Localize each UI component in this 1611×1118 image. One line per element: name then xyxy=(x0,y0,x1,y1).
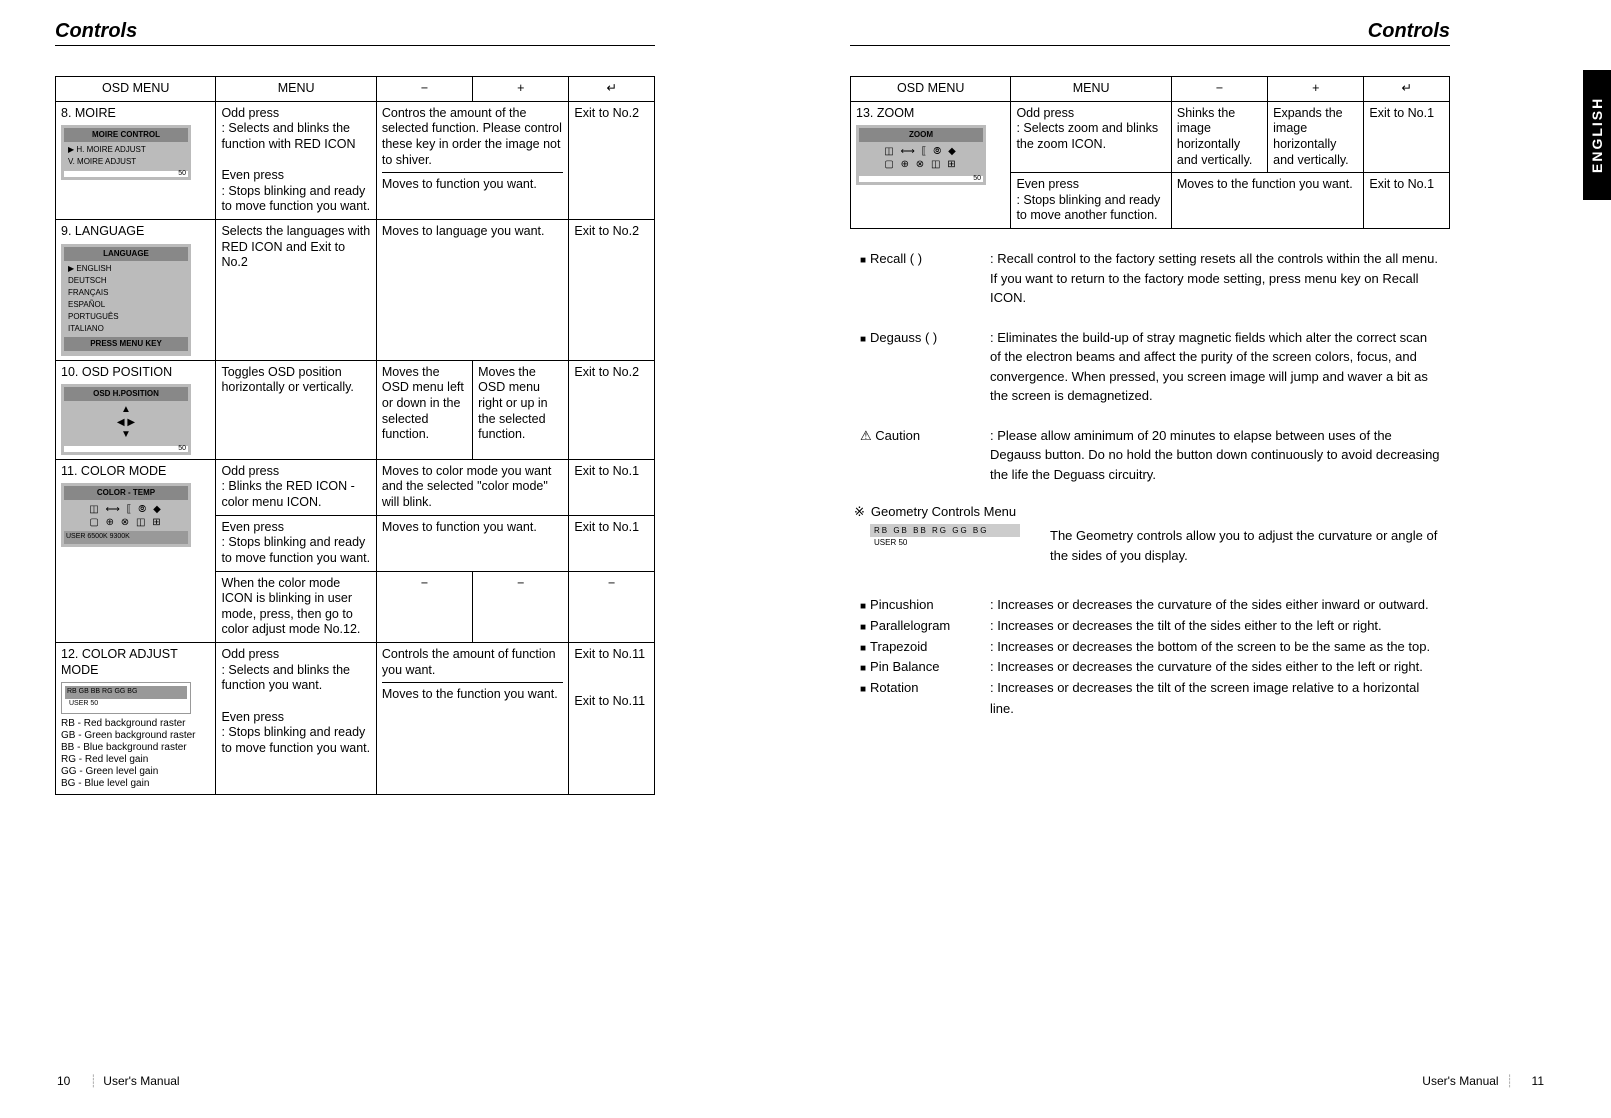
controls-table-right: OSD MENU MENU − + ↵ 13. ZOOM ZOOM ◫ ⟷ ⟦ … xyxy=(850,76,1450,229)
colormode-menu-c: When the color mode ICON is blinking in … xyxy=(216,571,376,643)
moire-osd-cell: 8. MOIRE MOIRE CONTROL ▶ H. MOIRE ADJUST… xyxy=(56,101,216,219)
coloradjust-enter-a: Exit to No.11 xyxy=(574,647,649,663)
language-enter: Exit to No.2 xyxy=(569,220,655,361)
colormode-pm-c-minus: − xyxy=(376,571,472,643)
coloradjust-enter-b: Exit to No.11 xyxy=(574,694,649,710)
page-title-left: Controls xyxy=(55,20,655,46)
language-osd-cell: 9. LANGUAGE LANGUAGE ▶ ENGLISH DEUTSCH F… xyxy=(56,220,216,361)
coloradjust-panel: RB GB BB RG GG BG USER 50 xyxy=(61,682,191,714)
language-osd-panel: LANGUAGE ▶ ENGLISH DEUTSCH FRANÇAIS ESPA… xyxy=(61,244,191,356)
caution-label: ⚠ Caution xyxy=(860,426,990,446)
hdr-plus-r: + xyxy=(1268,77,1364,102)
english-tab: ENGLISH xyxy=(1583,70,1611,200)
footer-label-right: User's Manual xyxy=(1422,1074,1498,1088)
coloradjust-pm-cell: Controls the amount of function you want… xyxy=(376,643,569,795)
hdr-menu-r: MENU xyxy=(1011,77,1171,102)
osdpos-enter: Exit to No.2 xyxy=(569,360,655,459)
zoom-plus-a: Expands the image horizontally and verti… xyxy=(1268,101,1364,173)
hdr-osd: OSD MENU xyxy=(56,77,216,102)
zoom-osd-cell: 13. ZOOM ZOOM ◫ ⟷ ⟦ ⦾ ◆ ▢ ⊕ ⊗ ◫ ⊞ 50 xyxy=(851,101,1011,228)
hdr-plus: + xyxy=(473,77,569,102)
moire-menu-cell: Odd press : Selects and blinks the funct… xyxy=(216,101,376,219)
zoom-menu-b: Even press : Stops blinking and ready to… xyxy=(1011,173,1171,229)
degauss-desc: : Eliminates the build-up of stray magne… xyxy=(990,328,1440,406)
right-page: Controls OSD MENU MENU − + ↵ 13. ZOOM ZO… xyxy=(850,20,1450,720)
osdpos-panel: OSD H.POSITION ▲ ◀ ▶ ▼ 50 xyxy=(61,384,191,455)
colormode-enter-a: Exit to No.1 xyxy=(569,459,655,515)
zoom-pm-b: Moves to the function you want. xyxy=(1171,173,1364,229)
page-number-left: 10 xyxy=(57,1074,70,1088)
colormode-pm-c-plus: − xyxy=(473,571,569,643)
coloradjust-pm-a: Controls the amount of function you want… xyxy=(382,647,564,678)
coloradjust-menu-cell: Odd press : Selects and blinks the funct… xyxy=(216,643,376,795)
language-menu: Selects the languages with RED ICON and … xyxy=(216,220,376,361)
zoom-panel: ZOOM ◫ ⟷ ⟦ ⦾ ◆ ▢ ⊕ ⊗ ◫ ⊞ 50 xyxy=(856,125,986,185)
definitions-list: ■Pincushion: Increases or decreases the … xyxy=(850,595,1450,720)
zoom-name: 13. ZOOM xyxy=(856,106,1005,122)
geometry-title-row: ※ Geometry Controls Menu xyxy=(854,504,1450,520)
zoom-enter-a: Exit to No.1 xyxy=(1364,101,1450,173)
controls-table-left: OSD MENU MENU − + ↵ 8. MOIRE MOIRE CONTR… xyxy=(55,76,655,795)
coloradjust-osd-cell: 12. COLOR ADJUST MODE RB GB BB RG GG BG … xyxy=(56,643,216,795)
coloradjust-enter-cell: Exit to No.11 Exit to No.11 xyxy=(569,643,655,795)
colormode-menu-b: Even press : Stops blinking and ready to… xyxy=(216,515,376,571)
moire-osd-title: MOIRE CONTROL xyxy=(64,128,188,142)
colormode-pm-b: Moves to function you want. xyxy=(376,515,569,571)
moire-osd-l1: ▶ H. MOIRE ADJUST xyxy=(64,144,188,156)
coloradjust-name: 12. COLOR ADJUST MODE xyxy=(61,647,210,678)
colormode-osd-cell: 11. COLOR MODE COLOR - TEMP ◫ ⟷ ⟦ ⦾ ◆ ▢ … xyxy=(56,459,216,642)
footer-label-left: User's Manual xyxy=(103,1074,179,1088)
hdr-minus: − xyxy=(376,77,472,102)
moire-menu-b: Even press : Stops blinking and ready to… xyxy=(221,168,370,215)
language-osd-title: LANGUAGE xyxy=(64,247,188,261)
colormode-menu-a: Odd press : Blinks the RED ICON - color … xyxy=(216,459,376,515)
osdpos-minus: Moves the OSD menu left or down in the s… xyxy=(376,360,472,459)
moire-name: 8. MOIRE xyxy=(61,106,210,122)
degauss-label: ■Degauss ( ) xyxy=(860,328,990,348)
osdpos-plus: Moves the OSD menu right or up in the se… xyxy=(473,360,569,459)
caution-desc: : Please allow aminimum of 20 minutes to… xyxy=(990,426,1440,485)
moire-osd-panel: MOIRE CONTROL ▶ H. MOIRE ADJUST V. MOIRE… xyxy=(61,125,191,180)
hdr-enter-r: ↵ xyxy=(1364,77,1450,102)
osdpos-osd-cell: 10. OSD POSITION OSD H.POSITION ▲ ◀ ▶ ▼ … xyxy=(56,360,216,459)
language-name: 9. LANGUAGE xyxy=(61,224,210,240)
recall-label: ■Recall ( ) xyxy=(860,249,990,269)
zoom-minus-a: Shinks the image horizontally and vertic… xyxy=(1171,101,1267,173)
geometry-title: Geometry Controls Menu xyxy=(871,504,1016,519)
zoom-enter-b: Exit to No.1 xyxy=(1364,173,1450,229)
zoom-menu-a: Odd press : Selects zoom and blinks the … xyxy=(1011,101,1171,173)
moire-menu-a: Odd press : Selects and blinks the funct… xyxy=(221,106,370,153)
coloradjust-pm-b: Moves to the function you want. xyxy=(382,687,564,703)
moire-osd-l2: V. MOIRE ADJUST xyxy=(64,156,188,168)
colormode-panel: COLOR - TEMP ◫ ⟷ ⟦ ⦾ ◆ ▢ ⊕ ⊗ ◫ ⊞ USER 65… xyxy=(61,483,191,547)
moire-pm-cell: Contros the amount of the selected funct… xyxy=(376,101,569,219)
notes-block: ■Recall ( ) : Recall control to the fact… xyxy=(850,249,1450,484)
left-page: Controls OSD MENU MENU − + ↵ 8. MOIRE MO… xyxy=(55,20,655,795)
geometry-bar: RB GB BB RG GG BG USER 50 xyxy=(870,524,1020,548)
geometry-desc: The Geometry controls allow you to adjus… xyxy=(1050,526,1450,565)
hdr-enter: ↵ xyxy=(569,77,655,102)
moire-pm-a: Contros the amount of the selected funct… xyxy=(382,106,564,169)
osdpos-menu: Toggles OSD position horizontally or ver… xyxy=(216,360,376,459)
hdr-minus-r: − xyxy=(1171,77,1267,102)
coloradjust-note: RB - Red background raster GB - Green ba… xyxy=(61,718,210,790)
moire-osd-bar: 50 xyxy=(64,171,188,177)
osdpos-name: 10. OSD POSITION xyxy=(61,365,210,381)
page-title-right: Controls xyxy=(850,20,1450,46)
hdr-menu: MENU xyxy=(216,77,376,102)
colormode-name: 11. COLOR MODE xyxy=(61,464,210,480)
moire-pm-b: Moves to function you want. xyxy=(382,177,564,193)
colormode-enter-b: Exit to No.1 xyxy=(569,515,655,571)
colormode-pm-a: Moves to color mode you want and the sel… xyxy=(376,459,569,515)
colormode-enter-c: − xyxy=(569,571,655,643)
hdr-osd-r: OSD MENU xyxy=(851,77,1011,102)
footer-left: 10 ┊ User's Manual xyxy=(45,1074,180,1088)
footer-right: User's Manual ┊ 11 xyxy=(1422,1074,1556,1088)
coloradjust-menu-b: Even press : Stops blinking and ready to… xyxy=(221,710,370,757)
coloradjust-menu-a: Odd press : Selects and blinks the funct… xyxy=(221,647,370,694)
moire-enter: Exit to No.2 xyxy=(569,101,655,219)
language-pm: Moves to language you want. xyxy=(376,220,569,361)
recall-desc: : Recall control to the factory setting … xyxy=(990,249,1440,308)
page-number-right: 11 xyxy=(1532,1074,1544,1088)
